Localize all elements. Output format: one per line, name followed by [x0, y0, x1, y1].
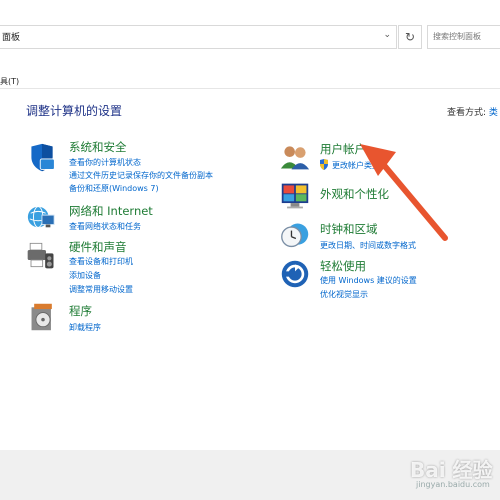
watermark-url: jingyan.baidu.com	[416, 480, 490, 489]
annotation-arrow	[360, 144, 448, 241]
watermark-logo: Bai 经验	[410, 458, 493, 482]
